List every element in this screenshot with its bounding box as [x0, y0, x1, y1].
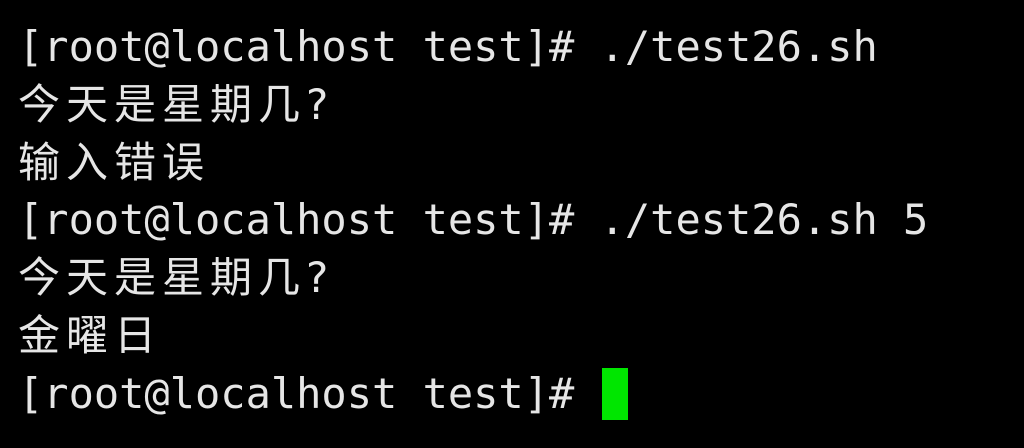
terminal-line-output: 金曜日	[18, 310, 163, 360]
terminal-line-command: [root@localhost test]# ./test26.sh	[18, 18, 1024, 76]
text-cursor	[601, 368, 628, 421]
terminal-line-current-prompt[interactable]: [root@localhost test]#	[18, 365, 1024, 423]
shell-prompt: [root@localhost test]#	[18, 22, 575, 71]
shell-prompt: [root@localhost test]#	[18, 368, 575, 418]
terminal-line-command: [root@localhost test]# ./test26.sh 5	[18, 191, 1024, 249]
terminal-line-output: 今天是星期几?	[18, 253, 335, 303]
shell-prompt: [root@localhost test]#	[18, 195, 575, 245]
command-text: ./test26.sh	[599, 22, 878, 71]
command-text: ./test26.sh 5	[599, 195, 929, 245]
terminal-line-output: 今天是星期几?	[18, 79, 335, 129]
terminal-window[interactable]: [root@localhost test]# ./test26.sh 今天是星期…	[0, 0, 1024, 448]
terminal-line-output: 输入错误	[18, 137, 211, 187]
